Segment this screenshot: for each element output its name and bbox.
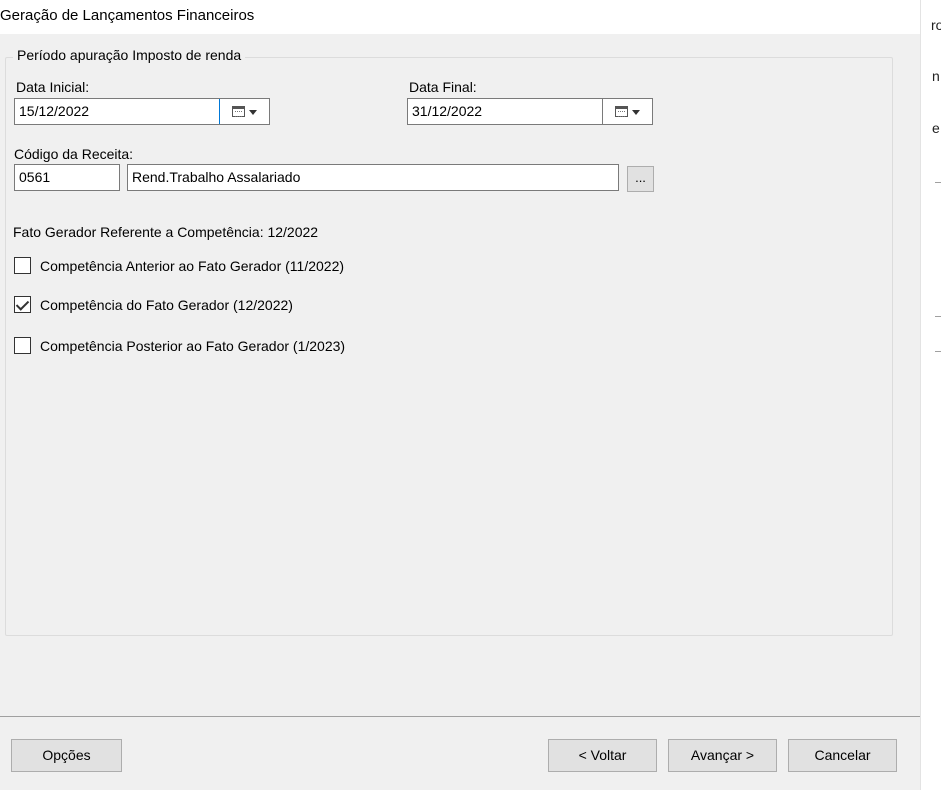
background-divider-2 <box>935 316 941 317</box>
title-bar: Geração de Lançamentos Financeiros <box>0 0 920 34</box>
start-date-dropdown-button[interactable] <box>219 99 269 124</box>
background-window-strip: ro n e <box>920 0 941 790</box>
start-date-picker[interactable]: 15/12/2022 <box>14 98 270 125</box>
revenue-code-input[interactable]: 0561 <box>14 164 120 191</box>
back-button[interactable]: < Voltar <box>548 739 657 772</box>
end-date-value: 31/12/2022 <box>412 103 483 119</box>
checkbox-previous-label[interactable]: Competência Anterior ao Fato Gerador (11… <box>40 258 344 274</box>
end-date-picker[interactable]: 31/12/2022 <box>407 98 653 125</box>
checkbox-next[interactable] <box>14 337 31 354</box>
next-button[interactable]: Avançar > <box>668 739 777 772</box>
calendar-icon <box>232 106 245 117</box>
revenue-description-field[interactable]: Rend.Trabalho Assalariado <box>127 164 619 191</box>
period-groupbox-legend: Período apuração Imposto de renda <box>13 47 246 63</box>
end-date-label: Data Final: <box>409 79 477 95</box>
background-text-3: e <box>932 120 940 136</box>
background-divider-3 <box>935 351 941 352</box>
checkmark-icon <box>15 297 30 311</box>
checkbox-previous[interactable] <box>14 257 31 274</box>
dropdown-arrow-icon <box>249 110 257 115</box>
start-date-label: Data Inicial: <box>16 79 90 95</box>
cancel-button[interactable]: Cancelar <box>788 739 897 772</box>
revenue-code-label: Código da Receita: <box>14 146 134 162</box>
revenue-description-value: Rend.Trabalho Assalariado <box>132 169 301 185</box>
background-text-1: ro <box>931 17 941 33</box>
dropdown-arrow-icon <box>632 110 640 115</box>
checkbox-current[interactable] <box>14 296 31 313</box>
fact-generator-heading: Fato Gerador Referente a Competência: 12… <box>13 224 319 240</box>
window-title: Geração de Lançamentos Financeiros <box>0 7 255 24</box>
bottom-divider <box>0 716 920 717</box>
end-date-dropdown-button[interactable] <box>602 99 652 124</box>
calendar-icon <box>615 106 628 117</box>
background-text-2: n <box>932 68 940 84</box>
revenue-code-value: 0561 <box>19 169 51 185</box>
background-divider-1 <box>935 182 941 183</box>
checkbox-current-label[interactable]: Competência do Fato Gerador (12/2022) <box>40 297 293 313</box>
start-date-value: 15/12/2022 <box>19 103 90 119</box>
options-button[interactable]: Opções <box>11 739 122 772</box>
revenue-lookup-button[interactable]: ... <box>627 166 654 192</box>
checkbox-next-label[interactable]: Competência Posterior ao Fato Gerador (1… <box>40 338 345 354</box>
